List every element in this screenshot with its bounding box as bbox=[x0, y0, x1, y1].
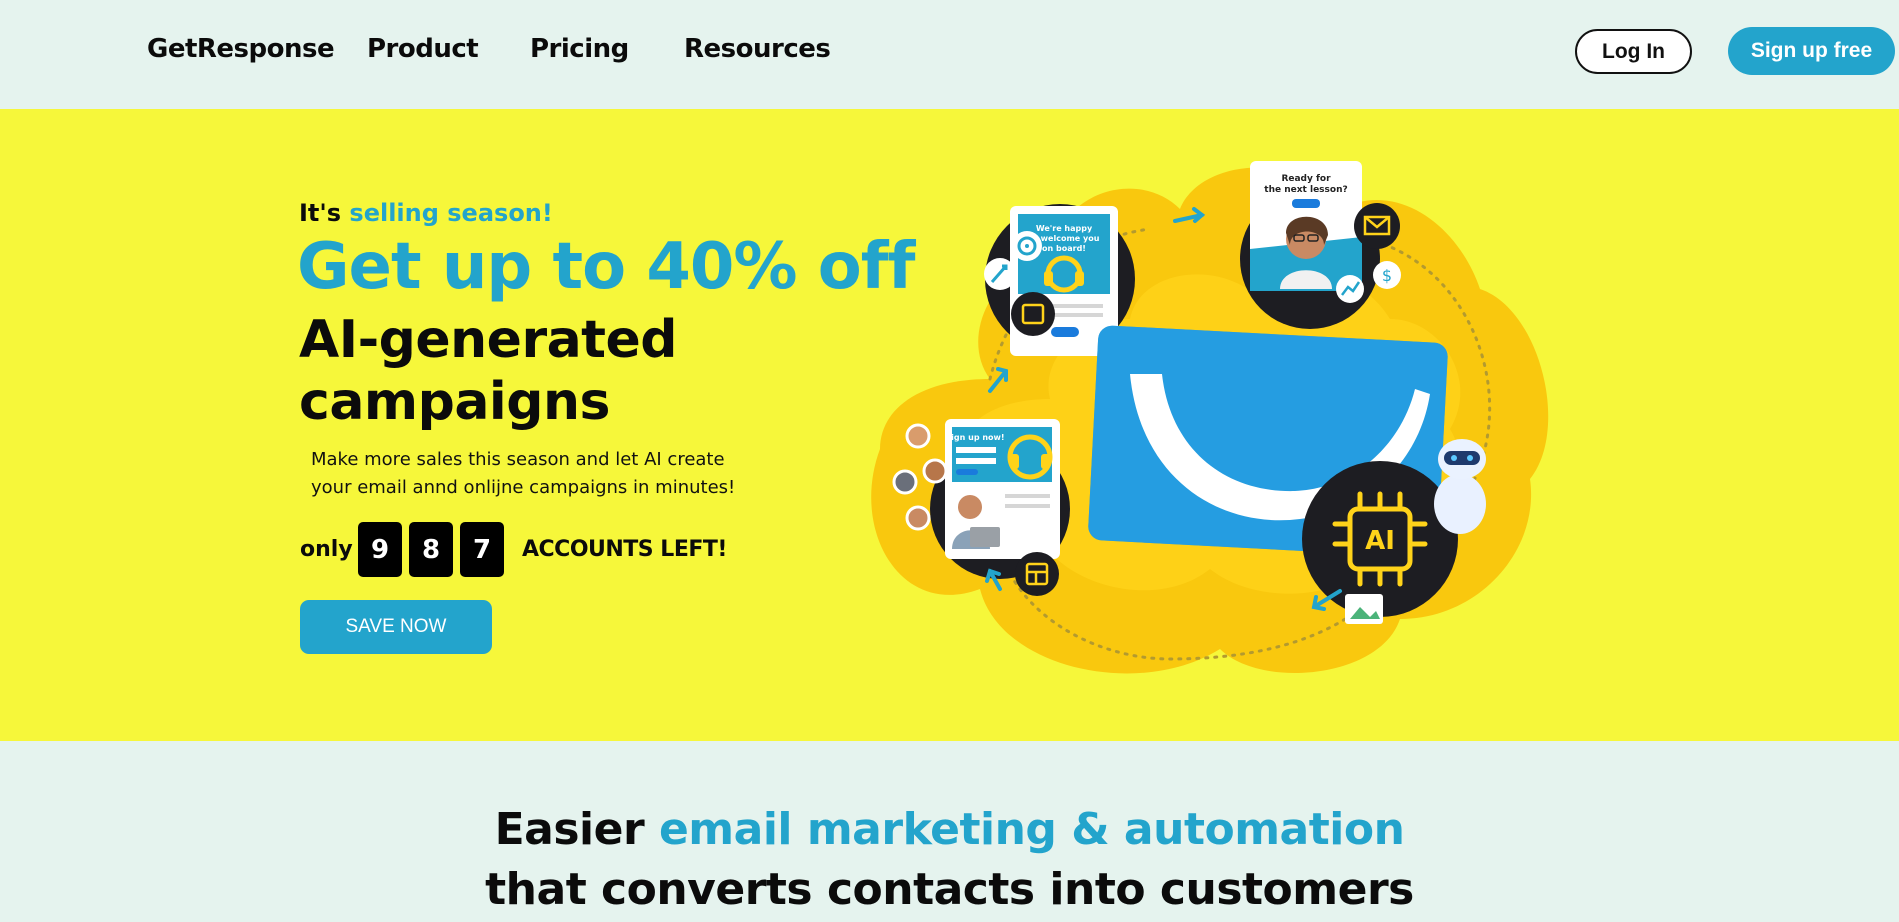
target-icon bbox=[1012, 231, 1042, 261]
login-button[interactable]: Log In bbox=[1575, 29, 1692, 74]
counter-digit: 8 bbox=[409, 522, 453, 577]
top-navigation: GetResponse Product Pricing Resources Lo… bbox=[0, 0, 1899, 109]
avatar bbox=[922, 458, 948, 484]
section-title-line-1: Easier email marketing & automation bbox=[0, 800, 1899, 860]
nav-link-product[interactable]: Product bbox=[367, 34, 479, 64]
counter-suffix: ACCOUNTS LEFT! bbox=[522, 537, 727, 562]
nav-link-pricing[interactable]: Pricing bbox=[530, 34, 629, 64]
chart-icon bbox=[1336, 275, 1364, 303]
signup-card: Sign up now! bbox=[930, 419, 1070, 579]
counter-prefix: only bbox=[300, 537, 353, 562]
svg-text:on board!: on board! bbox=[1042, 244, 1086, 253]
kicker-prefix: It's bbox=[299, 199, 342, 227]
hero-section: It's selling season! Get up to 40% off A… bbox=[0, 109, 1899, 741]
avatar bbox=[892, 469, 918, 495]
next-lesson-card: Ready for the next lesson? bbox=[1240, 161, 1380, 329]
section-title: Easier email marketing & automation that… bbox=[0, 800, 1899, 920]
save-now-button[interactable]: SAVE NOW bbox=[300, 600, 492, 654]
welcome-card-text: We're happy bbox=[1036, 224, 1093, 233]
hero-kicker: It's selling season! bbox=[299, 199, 553, 227]
counter-digit: 7 bbox=[460, 522, 504, 577]
layout-icon bbox=[1015, 552, 1059, 596]
dollar-icon: $ bbox=[1373, 261, 1401, 289]
hero-description: Make more sales this season and let AI c… bbox=[311, 449, 736, 498]
ai-chip: AI bbox=[1302, 461, 1458, 617]
image-icon bbox=[1345, 594, 1383, 624]
ai-chip-label: AI bbox=[1365, 526, 1395, 556]
svg-text:$: $ bbox=[1382, 266, 1392, 285]
avatar bbox=[905, 505, 931, 531]
hero-headline: Get up to 40% off bbox=[297, 230, 915, 304]
counter-digit: 9 bbox=[358, 522, 402, 577]
subheadline-line-2: campaigns bbox=[299, 372, 610, 432]
signup-card-text: Sign up now! bbox=[945, 433, 1004, 442]
brand-link[interactable]: GetResponse bbox=[147, 34, 335, 64]
next-lesson-text: Ready for bbox=[1281, 174, 1331, 184]
subheadline-line-1: AI-generated bbox=[299, 310, 678, 370]
avatar bbox=[905, 423, 931, 449]
rocket-icon bbox=[984, 258, 1016, 290]
robot-icon bbox=[1434, 439, 1486, 534]
hero-illustration: We're happy to welcome you on board! Rea… bbox=[871, 161, 1549, 674]
calendar-icon bbox=[1011, 292, 1055, 336]
signup-button[interactable]: Sign up free bbox=[1728, 27, 1895, 75]
svg-text:the next lesson?: the next lesson? bbox=[1264, 185, 1347, 195]
section-title-highlight: email marketing & automation bbox=[658, 804, 1405, 855]
hero-subheadline: AI-generated campaigns bbox=[299, 309, 678, 433]
mail-icon bbox=[1354, 203, 1400, 249]
section-title-prefix: Easier bbox=[494, 804, 645, 855]
section-title-line-2: that converts contacts into customers bbox=[485, 864, 1414, 915]
kicker-highlight: selling season! bbox=[349, 199, 553, 227]
nav-link-resources[interactable]: Resources bbox=[684, 34, 831, 64]
